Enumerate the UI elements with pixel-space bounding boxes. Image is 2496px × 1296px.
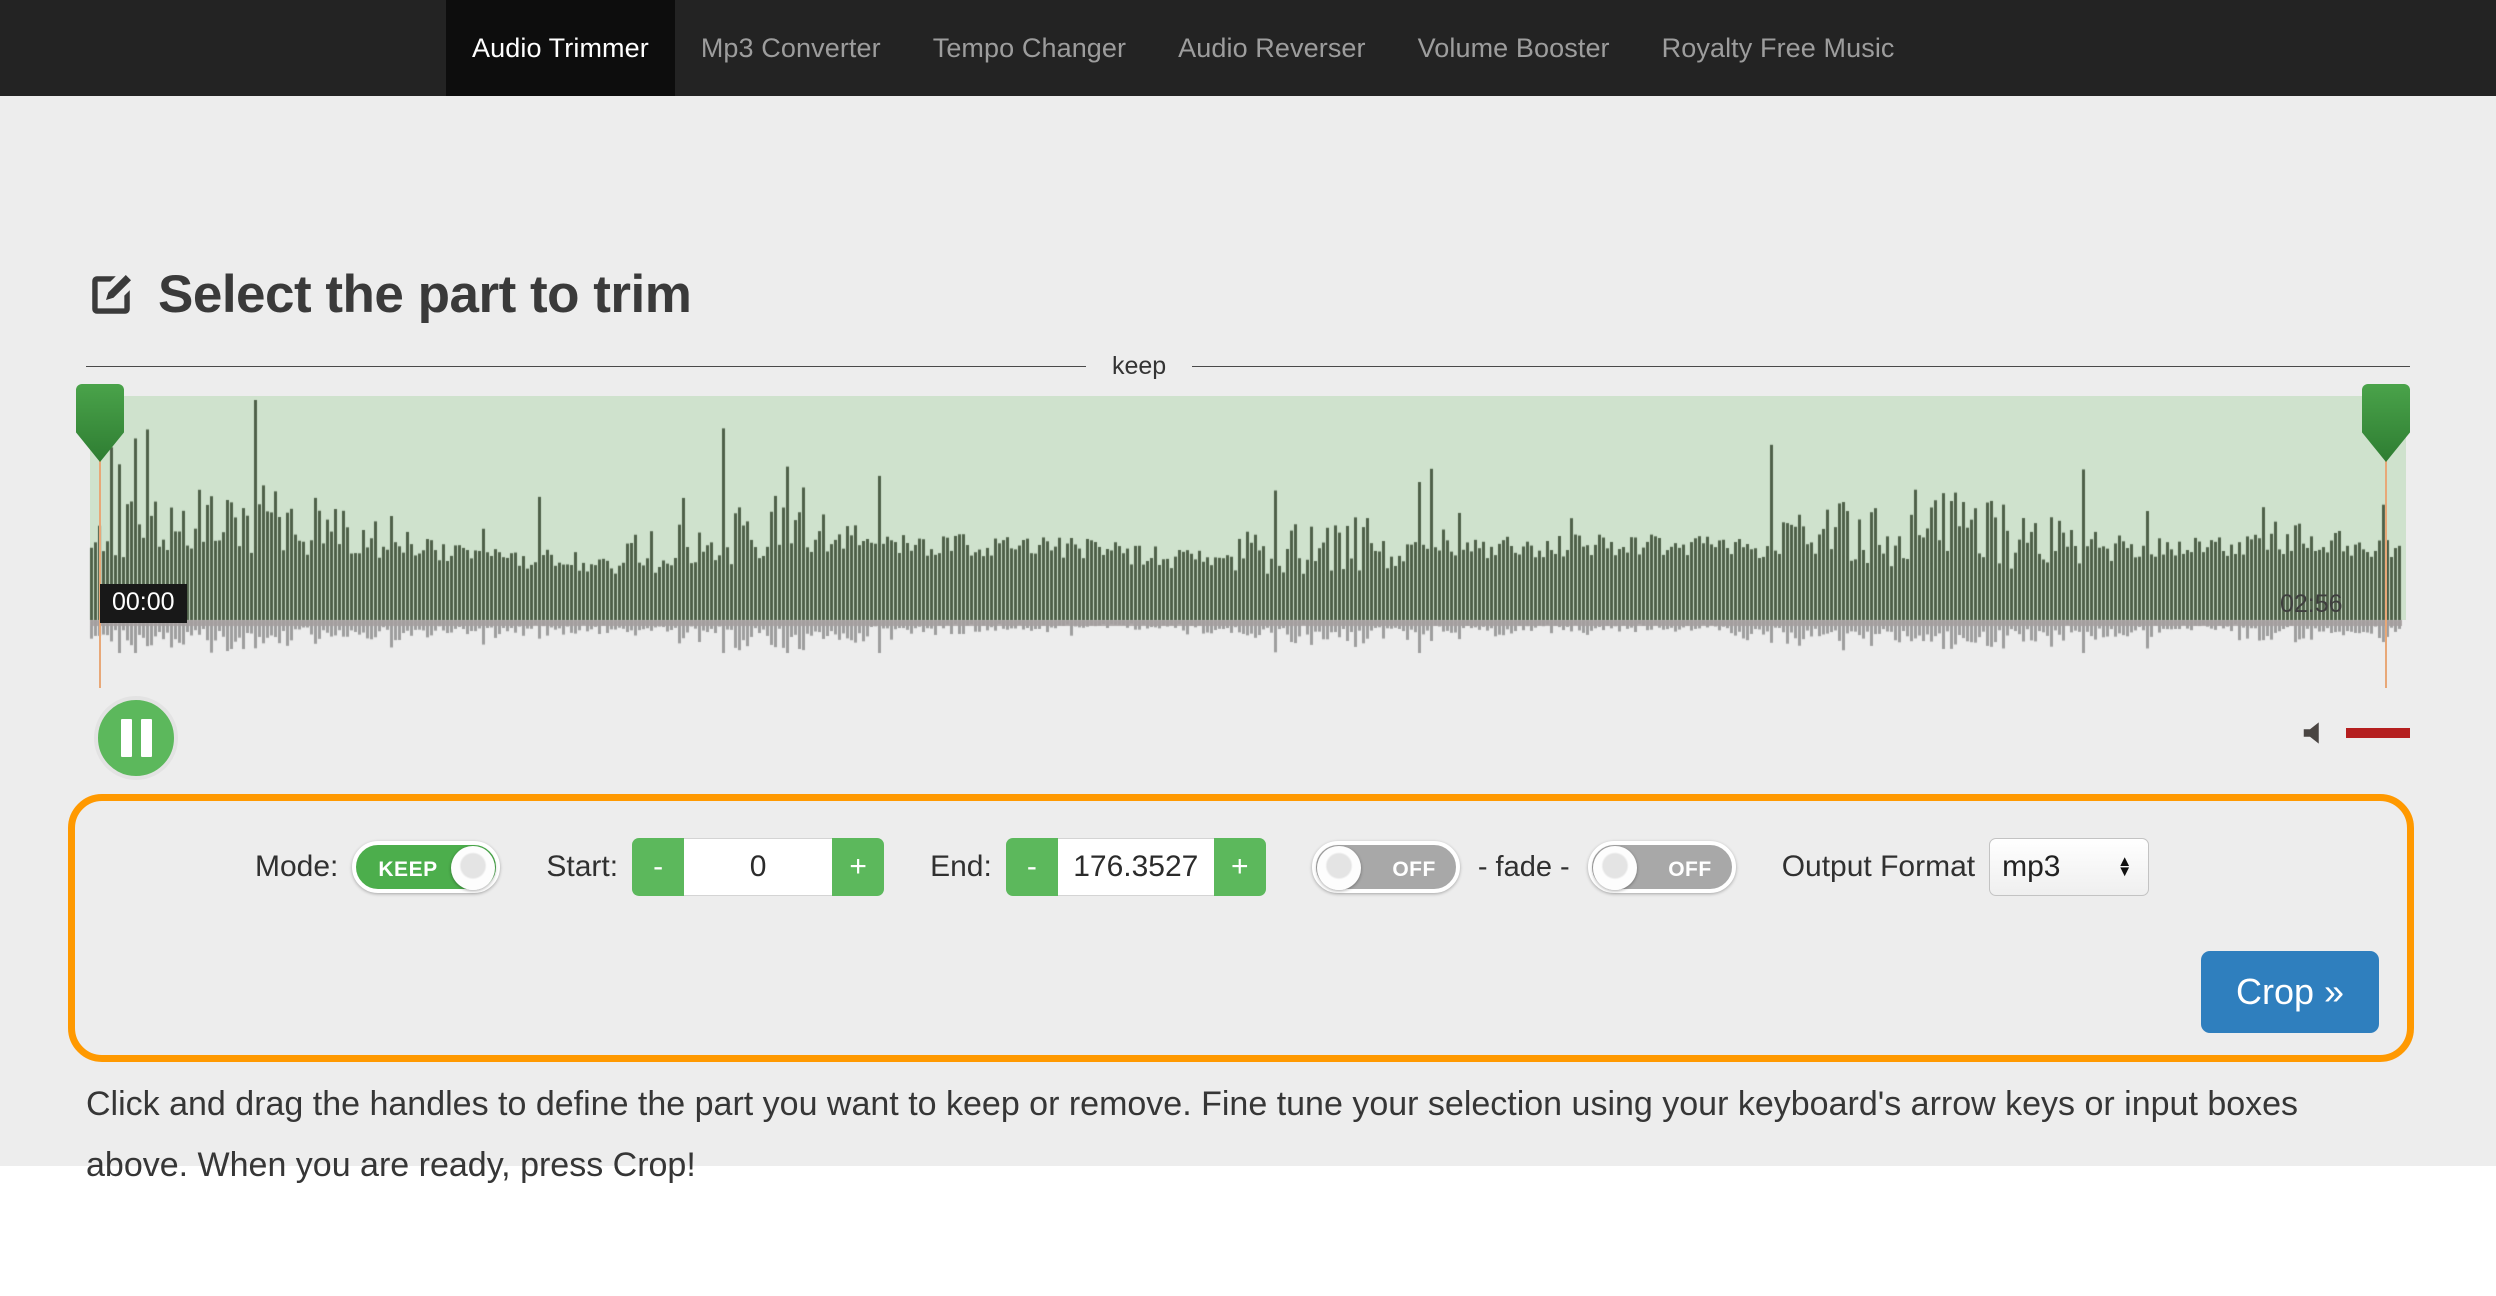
- volume-control[interactable]: [2300, 718, 2410, 748]
- trim-options-row: Mode: KEEP Start: - 0 + End: - 176.3527 …: [75, 831, 2407, 903]
- pause-button[interactable]: [94, 696, 178, 780]
- end-label: End:: [930, 850, 992, 883]
- output-format-value: mp3: [2002, 850, 2061, 883]
- output-format-select[interactable]: mp3 ▲ ▼: [1989, 838, 2150, 896]
- nav-tab-audio-reverser[interactable]: Audio Reverser: [1152, 0, 1392, 96]
- nav-tab-label: Audio Reverser: [1178, 32, 1366, 63]
- chevron-updown-icon: ▲ ▼: [2117, 853, 2133, 880]
- divider-line-right: [1192, 366, 2410, 367]
- instructions-text: Click and drag the handles to define the…: [86, 1085, 2299, 1184]
- divider-line-left: [86, 366, 1086, 367]
- selection-mode-label: keep: [1112, 352, 1167, 380]
- mode-toggle-label: KEEP: [378, 858, 438, 881]
- nav-tab-royalty-free-music[interactable]: Royalty Free Music: [1636, 0, 1921, 96]
- nav-tab-volume-booster[interactable]: Volume Booster: [1392, 0, 1636, 96]
- nav-tab-label: Audio Trimmer: [472, 32, 649, 63]
- nav-tab-mp3-converter[interactable]: Mp3 Converter: [675, 0, 907, 96]
- fade-in-toggle[interactable]: OFF: [1311, 841, 1460, 893]
- selection-mode-divider: keep: [86, 352, 2410, 381]
- speaker-icon: [2303, 722, 2319, 744]
- fade-out-toggle-label: OFF: [1668, 858, 1712, 881]
- start-decrement-button[interactable]: -: [632, 838, 685, 896]
- pause-icon-bar-left: [120, 719, 132, 757]
- waveform-canvas[interactable]: [86, 396, 2410, 656]
- trim-options-panel: Mode: KEEP Start: - 0 + End: - 176.3527 …: [68, 794, 2414, 1062]
- fade-label: - fade -: [1477, 850, 1570, 883]
- mode-label: Mode:: [255, 850, 339, 883]
- start-stepper: - 0 +: [632, 838, 885, 896]
- page-content: Select the part to trim keep 00:00 02:56: [0, 96, 2496, 1184]
- nav-tab-audio-trimmer[interactable]: Audio Trimmer: [446, 0, 675, 96]
- mode-toggle-knob: [451, 846, 496, 890]
- end-time-badge: 02:56: [2280, 590, 2343, 618]
- volume-slider[interactable]: [2346, 728, 2410, 738]
- end-input[interactable]: 176.3527: [1057, 838, 1214, 896]
- transport-controls: [86, 696, 2410, 786]
- start-label: Start:: [546, 850, 619, 883]
- end-stepper: - 176.3527 +: [1005, 838, 1266, 896]
- end-handle-stem: [2385, 452, 2387, 688]
- fade-out-toggle[interactable]: OFF: [1587, 841, 1736, 893]
- main-navbar: Audio Trimmer Mp3 Converter Tempo Change…: [0, 0, 2496, 96]
- fade-out-toggle-knob: [1592, 846, 1637, 890]
- nav-tab-tempo-changer[interactable]: Tempo Changer: [907, 0, 1152, 96]
- edit-square-icon: [92, 274, 131, 314]
- fade-in-toggle-knob: [1316, 846, 1361, 890]
- nav-tab-label: Royalty Free Music: [1661, 32, 1895, 63]
- nav-tab-label: Tempo Changer: [932, 32, 1127, 63]
- start-time-badge: 00:00: [100, 584, 187, 623]
- end-increment-button[interactable]: +: [1213, 838, 1266, 896]
- start-input[interactable]: 0: [684, 838, 833, 896]
- page-title: Select the part to trim: [86, 264, 692, 325]
- output-format-label: Output Format: [1781, 850, 1976, 883]
- fade-in-toggle-label: OFF: [1392, 858, 1436, 881]
- nav-tab-label: Volume Booster: [1417, 32, 1610, 63]
- start-increment-button[interactable]: +: [832, 838, 885, 896]
- mode-toggle[interactable]: KEEP: [352, 841, 501, 893]
- end-decrement-button[interactable]: -: [1005, 838, 1058, 896]
- page-title-text: Select the part to trim: [158, 265, 692, 324]
- crop-button[interactable]: Crop »: [2201, 951, 2379, 1033]
- nav-tab-label: Mp3 Converter: [700, 32, 881, 63]
- waveform-area[interactable]: 00:00 02:56: [76, 384, 2410, 688]
- start-handle-stem: [99, 452, 101, 688]
- pause-icon-bar-right: [140, 719, 152, 757]
